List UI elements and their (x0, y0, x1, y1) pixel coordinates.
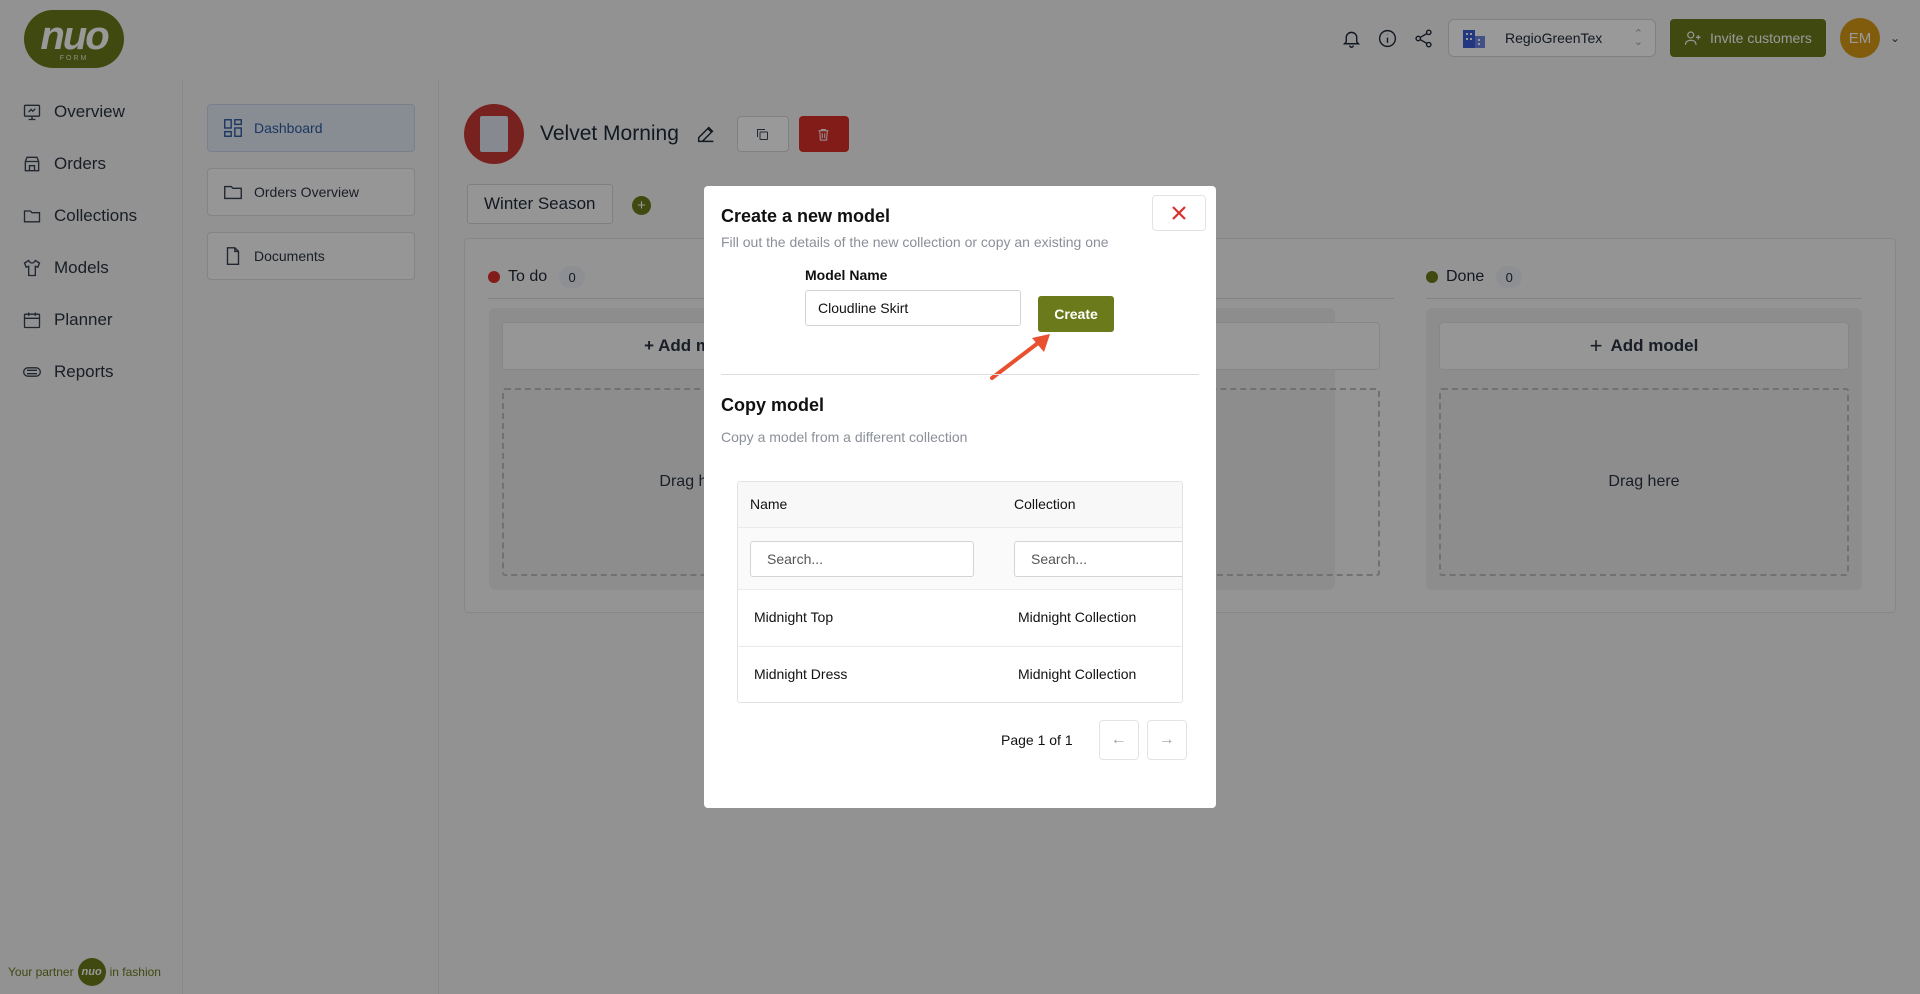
row-name: Midnight Top (754, 609, 834, 625)
pagination: Page 1 of 1 ← → (1001, 720, 1187, 760)
column-header-collection: Collection (1014, 496, 1076, 512)
table-row[interactable]: Midnight Top Midnight Collection (738, 590, 1182, 647)
row-collection: Midnight Collection (1018, 666, 1137, 682)
previous-page-button[interactable]: ← (1098, 720, 1139, 760)
close-icon (1172, 206, 1186, 220)
arrow-right-icon: → (1158, 731, 1175, 748)
copy-model-table: Name Collection Midnight Top Midnight Co… (737, 481, 1183, 703)
name-search-input[interactable] (750, 541, 974, 577)
collection-search-input[interactable] (1014, 541, 1182, 577)
close-modal-button[interactable] (1152, 195, 1206, 231)
row-name: Midnight Dress (754, 666, 848, 682)
modal-subtitle: Fill out the details of the new collecti… (721, 234, 1109, 250)
table-header: Name Collection (738, 482, 1182, 528)
create-model-modal: Create a new model Fill out the details … (704, 186, 1216, 808)
copy-model-title: Copy model (721, 395, 825, 415)
model-name-label: Model Name (805, 267, 888, 283)
column-header-name: Name (750, 496, 788, 512)
model-name-input[interactable] (805, 290, 1021, 326)
copy-model-subtitle: Copy a model from a different collection (721, 429, 968, 445)
section-divider (721, 374, 1199, 375)
arrow-left-icon: ← (1110, 731, 1127, 748)
modal-title: Create a new model (721, 206, 891, 226)
pointer-arrow-annotation (990, 334, 1050, 380)
row-collection: Midnight Collection (1018, 609, 1137, 625)
table-filter-row (738, 528, 1182, 590)
next-page-button[interactable]: → (1146, 720, 1187, 760)
page-info: Page 1 of 1 (1001, 732, 1073, 748)
table-row[interactable]: Midnight Dress Midnight Collection (738, 647, 1182, 702)
